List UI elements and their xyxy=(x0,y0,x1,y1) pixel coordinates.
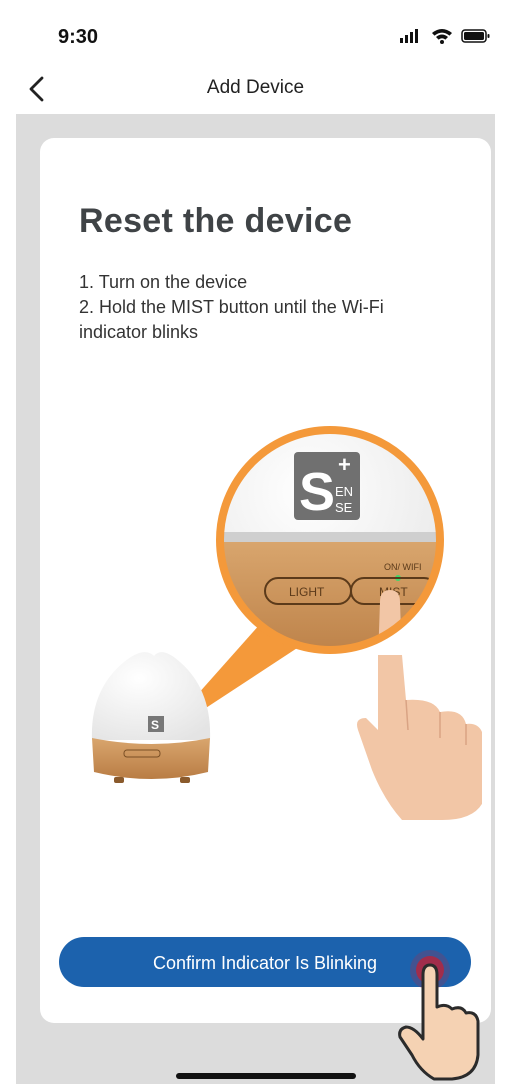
card-title: Reset the device xyxy=(79,202,353,240)
light-label: LIGHT xyxy=(289,585,325,599)
status-bar: 9:30 xyxy=(0,0,511,70)
logo-letter: S xyxy=(299,462,335,522)
wifi-icon xyxy=(432,29,452,44)
battery-icon xyxy=(461,29,490,43)
step-1: 1. Turn on the device xyxy=(79,272,248,292)
step-2: 2. Hold the MIST button until the Wi-Fi xyxy=(79,297,384,317)
device-illustration: S S + EN SE ON/ WIFI LIGHT MIST xyxy=(91,426,482,820)
pressing-hand-icon xyxy=(357,655,482,820)
page-title: Add Device xyxy=(206,77,305,98)
logo-small-1: EN xyxy=(335,484,353,499)
status-time: 9:30 xyxy=(58,26,99,48)
zoom-detail: S + EN SE ON/ WIFI LIGHT MIST xyxy=(220,430,440,650)
logo-plus: + xyxy=(338,452,351,477)
svg-text:S: S xyxy=(151,718,159,732)
instruction-steps: 1. Turn on the device 2. Hold the MIST b… xyxy=(79,270,479,345)
tap-hand-icon xyxy=(398,950,480,1081)
status-icons xyxy=(399,28,491,44)
diffuser-small-icon: S xyxy=(91,652,211,783)
logo-small-2: SE xyxy=(335,500,353,515)
indicator-label: ON/ WIFI xyxy=(384,562,422,572)
nav-bar: Add Device xyxy=(0,64,511,114)
step-2-continued: indicator blinks xyxy=(79,322,199,342)
home-indicator xyxy=(176,1073,356,1079)
reset-card: Reset the device 1. Turn on the device 2… xyxy=(40,138,491,1023)
signal-icon xyxy=(400,29,418,43)
